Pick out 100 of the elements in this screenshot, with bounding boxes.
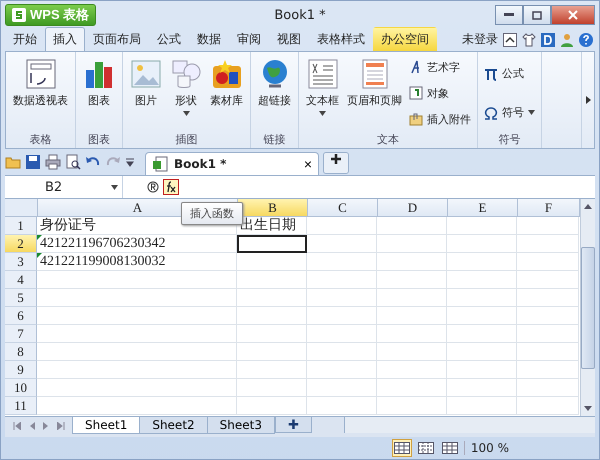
- object-icon: [409, 86, 423, 100]
- circled-r-icon[interactable]: [147, 181, 159, 193]
- collapse-icon[interactable]: [503, 32, 517, 46]
- menu-tab[interactable]: 数据: [189, 27, 229, 51]
- ribbon-button[interactable]: 数据透视表: [10, 54, 71, 132]
- first-sheet-icon[interactable]: [13, 422, 21, 430]
- ribbon-button[interactable]: 插入附件: [407, 110, 473, 128]
- menu-tab[interactable]: 开始: [5, 27, 45, 51]
- ribbon-button[interactable]: 艺术字: [407, 58, 473, 76]
- view-mode-button[interactable]: [440, 439, 460, 457]
- ribbon-button[interactable]: 素材库: [207, 54, 246, 132]
- table-cell: [377, 307, 447, 325]
- letter-d-icon[interactable]: [541, 32, 555, 46]
- menu-tab[interactable]: 表格样式: [309, 27, 373, 51]
- ribbon-button[interactable]: 形状: [167, 54, 205, 132]
- menu-tab[interactable]: 公式: [149, 27, 189, 51]
- ribbon-button[interactable]: 图片: [127, 54, 165, 132]
- table-cell: [377, 361, 447, 379]
- next-sheet-icon[interactable]: [43, 422, 49, 430]
- table-cell: [307, 235, 377, 253]
- row-header[interactable]: 1: [5, 217, 37, 235]
- row-header[interactable]: 5: [5, 289, 37, 307]
- ribbon-button[interactable]: 对象: [407, 84, 473, 102]
- sheet-tab[interactable]: Sheet1: [72, 417, 140, 434]
- row-header[interactable]: 6: [5, 307, 37, 325]
- help-icon[interactable]: [579, 32, 593, 46]
- ribbon-button[interactable]: 页眉和页脚: [344, 54, 405, 132]
- ribbon-group-label: 插图: [174, 132, 198, 148]
- row-header[interactable]: 10: [5, 379, 37, 397]
- table-cell: [447, 307, 517, 325]
- row-header[interactable]: 4: [5, 271, 37, 289]
- column-header[interactable]: B: [238, 199, 308, 217]
- menu-tab[interactable]: 页面布局: [85, 27, 149, 51]
- add-sheet-button[interactable]: ✚: [274, 417, 312, 433]
- close-tab-button[interactable]: ×: [304, 156, 312, 172]
- printer-icon[interactable]: [45, 154, 61, 170]
- row-header[interactable]: 3: [5, 253, 37, 271]
- ribbon-group-label: 链接: [262, 132, 286, 148]
- window-title: Book1 *: [274, 8, 326, 22]
- app-logo-icon: [12, 8, 26, 22]
- table-cell: [377, 235, 447, 253]
- sheet-tab[interactable]: Sheet3: [206, 417, 275, 434]
- table-cell: [237, 361, 307, 379]
- column-header[interactable]: F: [518, 199, 580, 217]
- scroll-right-icon[interactable]: [586, 96, 590, 104]
- table-cell: [447, 271, 517, 289]
- login-status[interactable]: 未登录: [462, 31, 498, 48]
- row-header[interactable]: 8: [5, 343, 37, 361]
- caret-icon: [319, 111, 326, 116]
- table-cell: [237, 307, 307, 325]
- shirt-icon[interactable]: [522, 32, 536, 46]
- table-cell: [377, 325, 447, 343]
- table-cell: [447, 325, 517, 343]
- table-cell: 身份证号: [37, 217, 237, 235]
- row-header[interactable]: 7: [5, 325, 37, 343]
- caret-icon: [182, 111, 190, 116]
- ribbon-button[interactable]: 符号: [482, 104, 537, 121]
- row-header[interactable]: 9: [5, 361, 37, 379]
- tooltip: 插入函数: [181, 202, 243, 225]
- row-header[interactable]: 2: [5, 235, 37, 253]
- menu-tab[interactable]: 视图: [269, 27, 309, 51]
- column-header[interactable]: D: [378, 199, 448, 217]
- table-cell: [447, 253, 517, 271]
- table-cell: [447, 217, 517, 235]
- menu-tab[interactable]: 插入: [45, 27, 85, 51]
- minimize-button[interactable]: [495, 5, 523, 25]
- scrollbar-thumb[interactable]: [581, 246, 595, 368]
- table-cell: [307, 289, 377, 307]
- new-tab-button[interactable]: [323, 152, 349, 174]
- document-tab[interactable]: Book1 * ×: [145, 152, 319, 175]
- error-triangle-icon: [37, 253, 42, 258]
- fx-icon: [165, 181, 177, 193]
- name-box[interactable]: B2: [5, 176, 123, 198]
- last-sheet-icon[interactable]: [57, 422, 65, 430]
- zoom-level: 100 %: [464, 441, 509, 455]
- menu-tab[interactable]: 办公空间: [373, 27, 437, 51]
- table-cell: [377, 271, 447, 289]
- close-button[interactable]: [551, 5, 595, 25]
- sheet-tab[interactable]: Sheet2: [139, 417, 208, 434]
- table-cell: [307, 325, 377, 343]
- view-mode-button[interactable]: [392, 439, 412, 457]
- insert-function-button[interactable]: [163, 179, 179, 195]
- column-header[interactable]: E: [448, 199, 518, 217]
- table-cell: [307, 379, 377, 397]
- maximize-button[interactable]: [523, 5, 551, 25]
- row-header[interactable]: 11: [5, 397, 37, 415]
- person-icon[interactable]: [560, 32, 574, 46]
- view-mode-button[interactable]: [416, 439, 436, 457]
- table-cell: [237, 289, 307, 307]
- horizontal-scrollbar[interactable]: [344, 417, 595, 433]
- ribbon-button[interactable]: 超链接: [255, 54, 294, 132]
- column-header[interactable]: C: [308, 199, 378, 217]
- menu-tab[interactable]: 审阅: [229, 27, 269, 51]
- previous-sheet-icon[interactable]: [29, 422, 35, 430]
- table-cell: [447, 343, 517, 361]
- ribbon-button[interactable]: 文本框: [303, 54, 342, 132]
- ribbon-button[interactable]: 图表: [80, 54, 118, 132]
- print-preview-icon[interactable]: [65, 154, 81, 170]
- table-cell: [307, 217, 377, 235]
- ribbon-button[interactable]: 公式: [482, 65, 537, 82]
